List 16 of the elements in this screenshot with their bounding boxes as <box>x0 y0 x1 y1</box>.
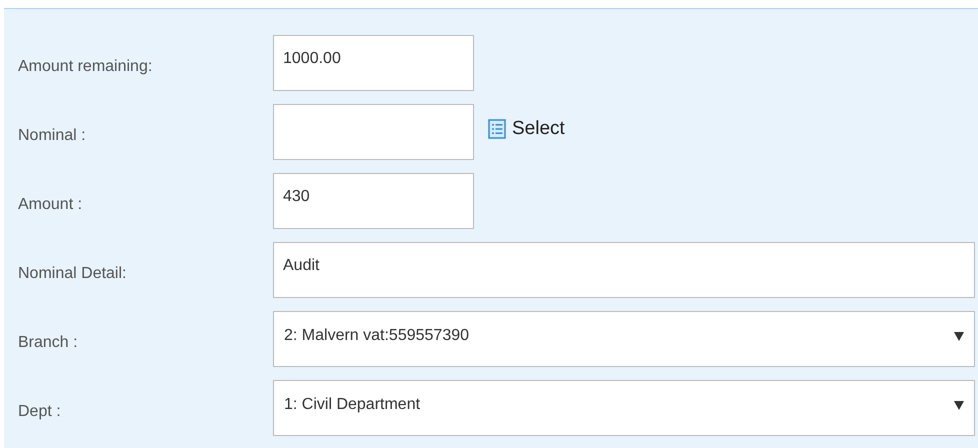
field-label: Amount remaining: <box>18 57 154 76</box>
list-icon <box>488 119 506 139</box>
caret-icon <box>954 332 964 340</box>
input-field[interactable]: Audit <box>273 242 975 298</box>
input-field[interactable]: 430 <box>273 173 474 229</box>
field-label: Nominal Detail: <box>18 264 128 283</box>
field-label: Dept : <box>18 402 62 421</box>
input-field[interactable]: 1000.00 <box>273 35 474 91</box>
field-label: Amount : <box>18 195 84 214</box>
dropdown[interactable]: 1: Civil Department <box>273 380 975 436</box>
field-label: Nominal : <box>18 126 87 145</box>
caret-icon <box>954 400 964 410</box>
field-label: Branch : <box>18 333 79 352</box>
dropdown[interactable]: 2: Malvern vat:559557390 <box>273 311 975 367</box>
select-link[interactable]: Select <box>488 118 565 146</box>
input-field[interactable] <box>273 104 474 160</box>
